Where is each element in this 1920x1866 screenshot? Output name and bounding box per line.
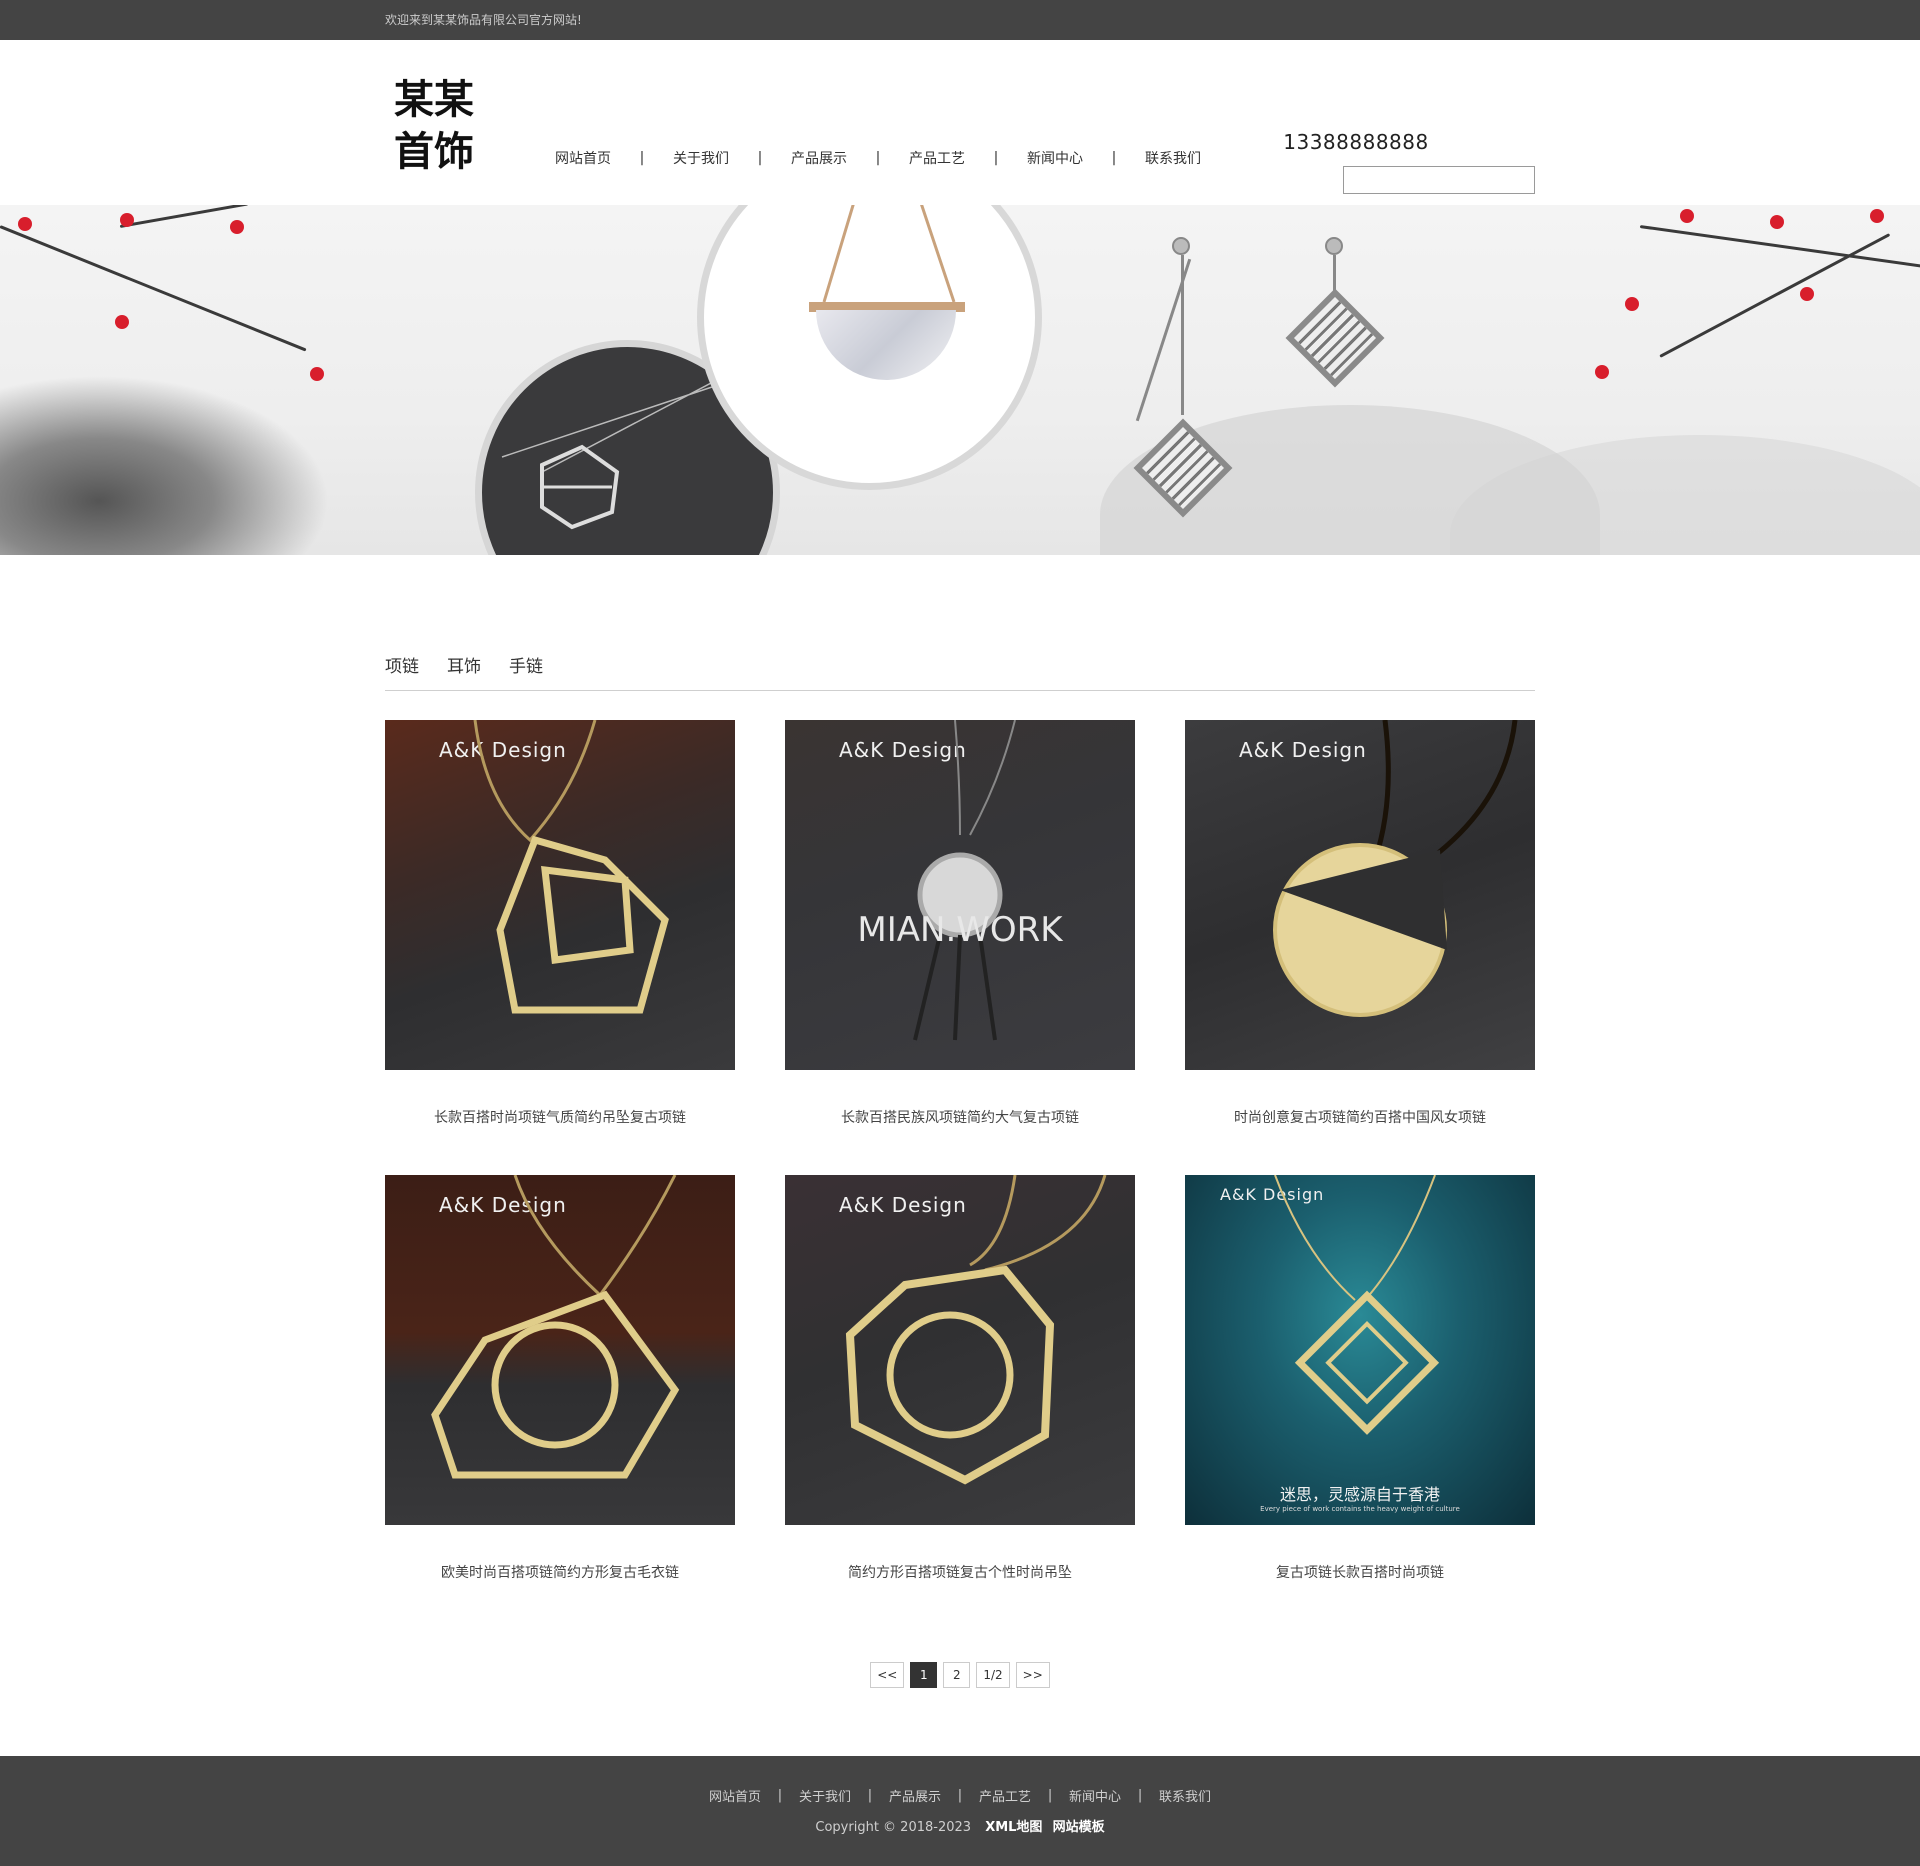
nav-separator: | xyxy=(993,150,999,166)
logo-line-2: 首饰 xyxy=(394,129,474,175)
medallion-pendant-icon xyxy=(913,720,1016,1041)
footer-link-about[interactable]: 关于我们 xyxy=(799,1786,851,1805)
cube-pendant-icon xyxy=(473,720,669,1014)
footer: 网站首页 | 关于我们 | 产品展示 | 产品工艺 | 新闻中心 | 联系我们 … xyxy=(0,1756,1920,1866)
footer-separator: | xyxy=(867,1788,873,1803)
geometric-pendant-icon xyxy=(431,1175,680,1479)
hexagon-pendant-icon xyxy=(845,1175,1107,1485)
plum-blossom xyxy=(120,213,134,227)
nav-item-home[interactable]: 网站首页 xyxy=(555,148,611,168)
pager-prev-button[interactable]: << xyxy=(870,1662,905,1688)
product-title[interactable]: 复古项链长款百搭时尚项链 xyxy=(1185,1562,1535,1582)
product-image[interactable]: A&K Design xyxy=(785,1175,1135,1525)
header: 某某 首饰 网站首页 | 关于我们 | 产品展示 | 产品工艺 | 新闻中心 |… xyxy=(0,40,1920,205)
plum-blossom xyxy=(1770,215,1784,229)
product-image[interactable]: A&K Design MIAN.WORK xyxy=(785,720,1135,1070)
ink-wash-decoration xyxy=(0,375,330,555)
footer-link-news[interactable]: 新闻中心 xyxy=(1069,1786,1121,1805)
pagination: << 1 2 1/2 >> xyxy=(0,1662,1920,1688)
product-title[interactable]: 简约方形百搭项链复古个性时尚吊坠 xyxy=(785,1562,1135,1582)
earring-stud xyxy=(1325,237,1343,255)
product-card[interactable]: A&K Design 迷思，灵感源自于香港 Every piece of wor… xyxy=(1185,1175,1535,1582)
site-logo[interactable]: 某某 首饰 xyxy=(394,74,484,178)
watermark-text: MIAN.WORK xyxy=(857,910,1063,950)
image-caption: 迷思，灵感源自于香港 xyxy=(1279,1485,1440,1504)
product-title[interactable]: 长款百搭民族风项链简约大气复古项链 xyxy=(785,1107,1135,1127)
nav-item-products[interactable]: 产品展示 xyxy=(791,148,847,168)
plum-branch xyxy=(1639,225,1920,269)
footer-separator: | xyxy=(1137,1788,1143,1803)
plum-blossom xyxy=(1595,365,1609,379)
plum-blossom xyxy=(1870,209,1884,223)
nav-separator: | xyxy=(639,150,645,166)
footer-separator: | xyxy=(777,1788,783,1803)
maze-pendant-icon xyxy=(1274,1175,1440,1435)
category-tabs: 项链 耳饰 手链 xyxy=(385,655,1535,691)
pager-next-button[interactable]: >> xyxy=(1015,1662,1050,1688)
nav-separator: | xyxy=(757,150,763,166)
product-title[interactable]: 长款百搭时尚项链气质简约吊坠复古项链 xyxy=(385,1107,735,1127)
copyright: Copyright © 2018-2023 XML地图 网站模板 xyxy=(0,1816,1920,1835)
banner-pendant-circle xyxy=(697,205,1042,490)
nav-item-news[interactable]: 新闻中心 xyxy=(1027,148,1083,168)
footer-link-contact[interactable]: 联系我们 xyxy=(1159,1786,1211,1805)
product-image[interactable]: A&K Design xyxy=(385,720,735,1070)
plum-blossom xyxy=(1625,297,1639,311)
earring-stud xyxy=(1172,237,1190,255)
nav-separator: | xyxy=(875,150,881,166)
plum-branch xyxy=(0,225,307,352)
product-image[interactable]: A&K Design xyxy=(1185,720,1535,1070)
round-pendant-icon xyxy=(1273,720,1518,1017)
plum-branch xyxy=(1659,233,1891,358)
logo-line-1: 某某 xyxy=(394,77,474,123)
hero-banner xyxy=(0,205,1920,555)
tab-necklace[interactable]: 项链 xyxy=(385,655,419,690)
copyright-text: Copyright © 2018-2023 xyxy=(815,1820,972,1835)
tab-bracelet[interactable]: 手链 xyxy=(509,655,543,690)
footer-link-craft[interactable]: 产品工艺 xyxy=(979,1786,1031,1805)
nav-item-contact[interactable]: 联系我们 xyxy=(1145,148,1201,168)
footer-separator: | xyxy=(1047,1788,1053,1803)
main-nav: 网站首页 | 关于我们 | 产品展示 | 产品工艺 | 新闻中心 | 联系我们 xyxy=(555,148,1201,168)
pager-page-1[interactable]: 1 xyxy=(910,1662,938,1688)
footer-link-home[interactable]: 网站首页 xyxy=(709,1786,761,1805)
tab-earrings[interactable]: 耳饰 xyxy=(447,655,481,690)
welcome-text: 欢迎来到某某饰品有限公司官方网站! xyxy=(385,13,582,27)
product-title[interactable]: 欧美时尚百搭项链简约方形复古毛衣链 xyxy=(385,1562,735,1582)
nav-separator: | xyxy=(1111,150,1117,166)
plum-blossom xyxy=(1800,287,1814,301)
image-caption-sub: Every piece of work contains the heavy w… xyxy=(1260,1505,1460,1513)
product-card[interactable]: A&K Design 长款百搭时尚项链气质简约吊坠复古项链 xyxy=(385,720,735,1127)
footer-link-products[interactable]: 产品展示 xyxy=(889,1786,941,1805)
footer-separator: | xyxy=(957,1788,963,1803)
nav-item-craft[interactable]: 产品工艺 xyxy=(909,148,965,168)
product-card[interactable]: A&K Design 简约方形百搭项链复古个性时尚吊坠 xyxy=(785,1175,1135,1582)
nav-item-about[interactable]: 关于我们 xyxy=(673,148,729,168)
top-bar: 欢迎来到某某饰品有限公司官方网站! xyxy=(0,0,1920,40)
search-input[interactable] xyxy=(1343,166,1535,194)
plum-blossom xyxy=(310,367,324,381)
footer-nav: 网站首页 | 关于我们 | 产品展示 | 产品工艺 | 新闻中心 | 联系我们 xyxy=(0,1786,1920,1805)
plum-branch xyxy=(119,205,249,228)
product-image[interactable]: A&K Design 迷思，灵感源自于香港 Every piece of wor… xyxy=(1185,1175,1535,1525)
product-card[interactable]: A&K Design 欧美时尚百搭项链简约方形复古毛衣链 xyxy=(385,1175,735,1582)
plum-blossom xyxy=(18,217,32,231)
sitemap-link[interactable]: XML地图 xyxy=(985,1820,1042,1835)
pager-info: 1/2 xyxy=(976,1662,1010,1688)
template-link[interactable]: 网站模板 xyxy=(1053,1820,1105,1835)
earring-wire xyxy=(1181,255,1184,415)
plum-blossom xyxy=(115,315,129,329)
pager-page-2[interactable]: 2 xyxy=(943,1662,971,1688)
phone-number: 13388888888 xyxy=(1283,130,1429,154)
product-card[interactable]: A&K Design 时尚创意复古项链简约百搭中国风女项链 xyxy=(1185,720,1535,1127)
plum-blossom xyxy=(1680,209,1694,223)
plum-blossom xyxy=(230,220,244,234)
maze-earring-icon xyxy=(1285,288,1385,388)
product-title[interactable]: 时尚创意复古项链简约百搭中国风女项链 xyxy=(1185,1107,1535,1127)
product-card[interactable]: A&K Design MIAN.WORK 长款百搭民族风项链简约大气复古项链 xyxy=(785,720,1135,1127)
product-image[interactable]: A&K Design xyxy=(385,1175,735,1525)
